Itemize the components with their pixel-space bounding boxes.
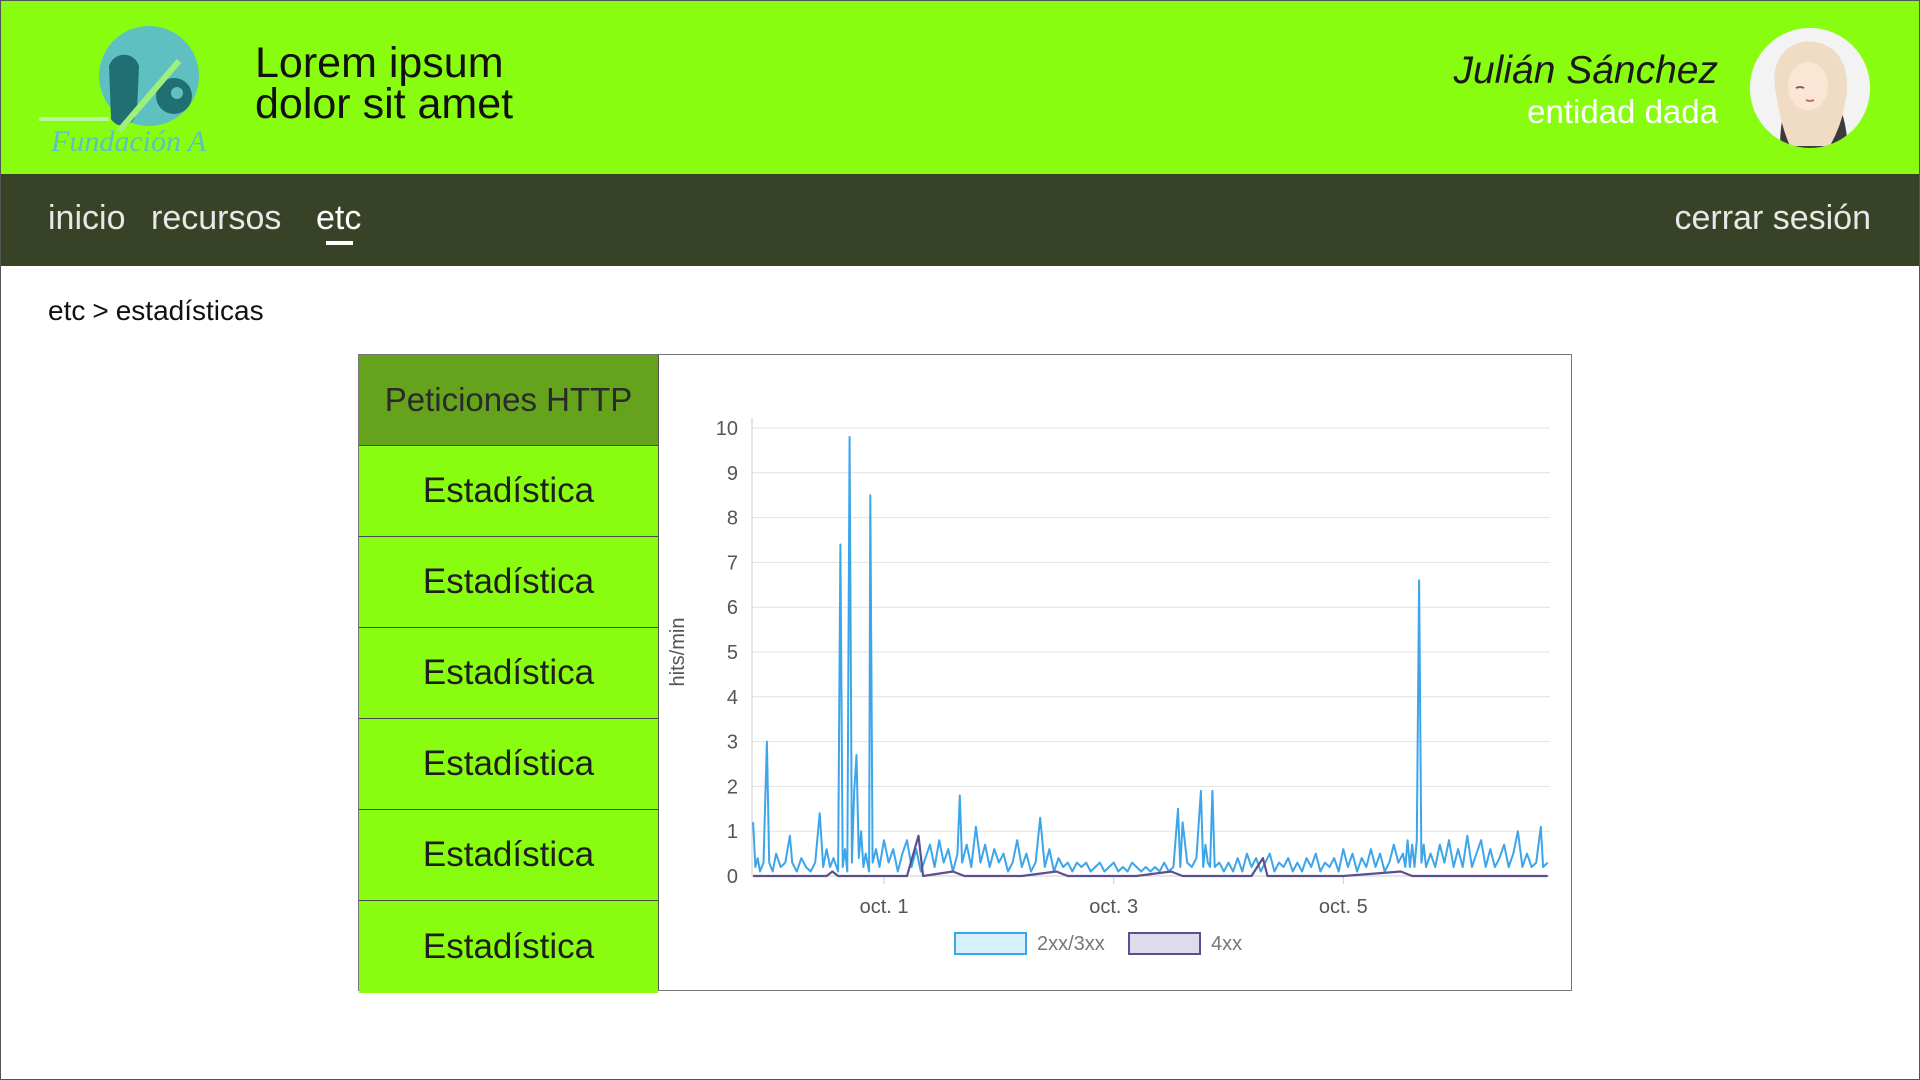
- user-entity: entidad dada: [1527, 93, 1718, 130]
- nav-item-etc[interactable]: etc: [316, 198, 361, 238]
- site-title-line2: dolor sit amet: [255, 80, 514, 128]
- legend-label: 4xx: [1211, 933, 1242, 955]
- x-tick-label: oct. 1: [860, 896, 909, 918]
- main-nav: inicio recursos etc cerrar sesión: [1, 174, 1919, 266]
- stats-menu: Peticiones HTTP Estadística Estadística …: [359, 355, 659, 993]
- breadcrumb-separator: >: [92, 295, 109, 326]
- user-info: Julián Sánchez entidad dada: [1453, 49, 1718, 131]
- avatar[interactable]: [1750, 28, 1870, 148]
- logout-link[interactable]: cerrar sesión: [1674, 198, 1871, 238]
- app-window: Fundación A Lorem ipsum dolor sit amet J…: [0, 0, 1920, 1080]
- stats-menu-item[interactable]: Estadística: [359, 537, 658, 628]
- y-tick-label: 1: [727, 821, 738, 843]
- y-tick-label: 10: [716, 418, 738, 440]
- active-nav-indicator: [326, 241, 353, 245]
- stats-menu-item[interactable]: Estadística: [359, 901, 658, 993]
- y-tick-label: 3: [727, 732, 738, 754]
- y-tick-label: 5: [727, 642, 738, 664]
- y-tick-label: 7: [727, 552, 738, 574]
- y-tick-label: 8: [727, 508, 738, 530]
- user-avatar-icon: [1750, 28, 1870, 148]
- user-name: Julián Sánchez: [1453, 49, 1718, 92]
- breadcrumb: etc > estadísticas: [48, 295, 264, 327]
- logo-text: Fundación A: [50, 125, 207, 156]
- hits-per-minute-chart: 0 1 2 3 4 5 6 7 8 9 10 oct. 1 oct. 3 oct. 5 hits/min 2…: [667, 418, 1550, 955]
- stats-menu-item[interactable]: Estadística: [359, 810, 658, 901]
- chart-area: 0 1 2 3 4 5 6 7 8 9 10 oct. 1 oct. 3 oct. 5 hits/min 2…: [659, 355, 1571, 990]
- legend-swatch: [954, 932, 1027, 955]
- nav-item-recursos[interactable]: recursos: [151, 198, 281, 238]
- logo[interactable]: Fundación A: [39, 21, 229, 158]
- stats-panel: Peticiones HTTP Estadística Estadística …: [358, 354, 1572, 993]
- x-tick-label: oct. 5: [1319, 896, 1368, 918]
- stats-menu-item[interactable]: Estadística: [359, 719, 658, 810]
- legend-swatch: [1128, 932, 1201, 955]
- header: Fundación A Lorem ipsum dolor sit amet J…: [1, 1, 1919, 174]
- fundacion-logo-icon: Fundación A: [39, 26, 207, 158]
- breadcrumb-current: estadísticas: [115, 295, 264, 326]
- x-tick-label: oct. 3: [1089, 896, 1138, 918]
- y-tick-label: 9: [727, 463, 738, 485]
- stats-menu-item[interactable]: Estadística: [359, 446, 658, 537]
- stats-menu-header[interactable]: Peticiones HTTP: [359, 355, 658, 446]
- site-title: Lorem ipsum dolor sit amet: [255, 39, 514, 128]
- breadcrumb-parent[interactable]: etc: [48, 295, 85, 326]
- legend-label: 2xx/3xx: [1037, 933, 1105, 955]
- y-tick-label: 4: [727, 687, 738, 709]
- site-title-line1: Lorem ipsum: [255, 39, 504, 87]
- y-tick-label: 0: [727, 866, 738, 888]
- series-line-2xx-3xx: [752, 436, 1549, 873]
- stats-menu-item[interactable]: Estadística: [359, 628, 658, 719]
- y-tick-label: 2: [727, 776, 738, 798]
- nav-item-inicio[interactable]: inicio: [48, 198, 125, 238]
- y-axis-label: hits/min: [667, 618, 689, 687]
- y-tick-label: 6: [727, 597, 738, 619]
